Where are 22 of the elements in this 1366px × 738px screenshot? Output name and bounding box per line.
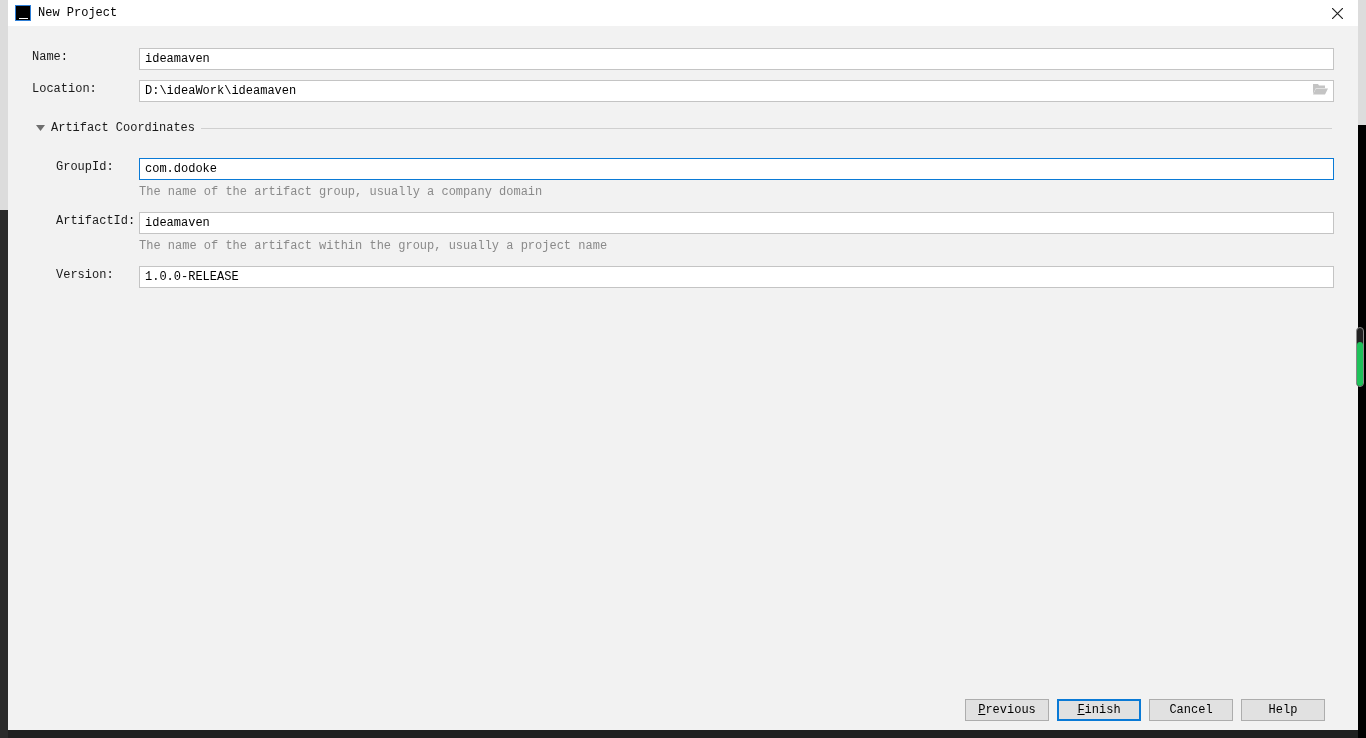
field-label: Name: xyxy=(31,49,69,66)
field-hint: The name of the artifact group, usually a company domain xyxy=(138,184,544,201)
window-title: New Project xyxy=(38,5,118,22)
text-field[interactable]: ideamaven xyxy=(139,212,1334,234)
triangle-icon xyxy=(36,125,45,131)
level-meter-icon xyxy=(1356,327,1364,387)
text-field[interactable]: 1.0.0-RELEASE xyxy=(139,266,1334,288)
close-icon[interactable] xyxy=(1332,7,1343,19)
section-toggle[interactable]: Artifact Coordinates xyxy=(36,119,196,137)
field-label: GroupId: xyxy=(55,159,115,176)
field-label: Location: xyxy=(31,81,98,98)
text-field[interactable]: ideamaven xyxy=(139,48,1334,70)
text-field[interactable]: D:\ideaWork\ideamaven xyxy=(139,80,1334,102)
dialog-button[interactable]: Cancel xyxy=(1149,699,1233,721)
dialog-button[interactable]: Finish xyxy=(1057,699,1141,721)
field-hint: The name of the artifact within the group, usually a project name xyxy=(138,238,609,255)
field-label: Version: xyxy=(55,267,115,284)
field-label: ArtifactId: xyxy=(55,213,137,230)
text-field[interactable]: com.dodoke xyxy=(139,158,1334,180)
dialog-button[interactable]: Help xyxy=(1241,699,1325,721)
app-logo-icon xyxy=(15,5,31,21)
dialog-button[interactable]: Previous xyxy=(965,699,1049,721)
